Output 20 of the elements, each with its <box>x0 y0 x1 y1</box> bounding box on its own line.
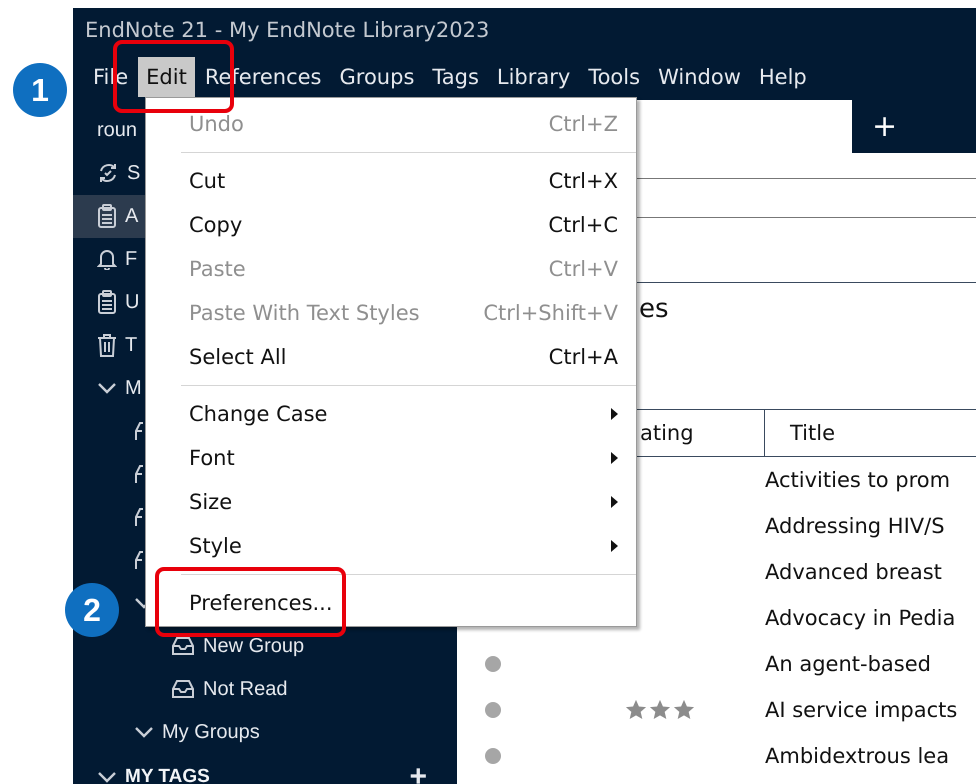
table-cell: AI service impacts <box>765 698 958 722</box>
sidebar-label: M <box>125 376 142 400</box>
sidebar-label: U <box>125 290 140 314</box>
library-heading: es <box>639 294 669 324</box>
sidebar-label: T <box>125 334 138 356</box>
sidebar-label: MY TAGS <box>125 765 210 784</box>
table-cell: Advocacy in Pedia <box>765 606 956 630</box>
sidebar-label: New Group <box>203 634 304 658</box>
table-cell: An agent-based <box>765 652 931 676</box>
sidebar-label: S <box>127 162 140 184</box>
table-cell: Advanced breast <box>765 560 942 584</box>
sidebar-label: A <box>125 204 138 228</box>
window-title: EndNote 21 - My EndNote Library2023 <box>85 18 490 42</box>
sidebar-label: Not Read <box>203 678 288 700</box>
table-cell: Activities to prom <box>765 468 950 492</box>
sidebar-label: F <box>125 248 138 270</box>
step-number: 1 <box>13 63 67 117</box>
sidebar-label: My Groups <box>162 720 260 744</box>
table-cell: Addressing HIV/S <box>765 514 945 538</box>
table-cell: Ambidextrous lea <box>765 744 950 768</box>
